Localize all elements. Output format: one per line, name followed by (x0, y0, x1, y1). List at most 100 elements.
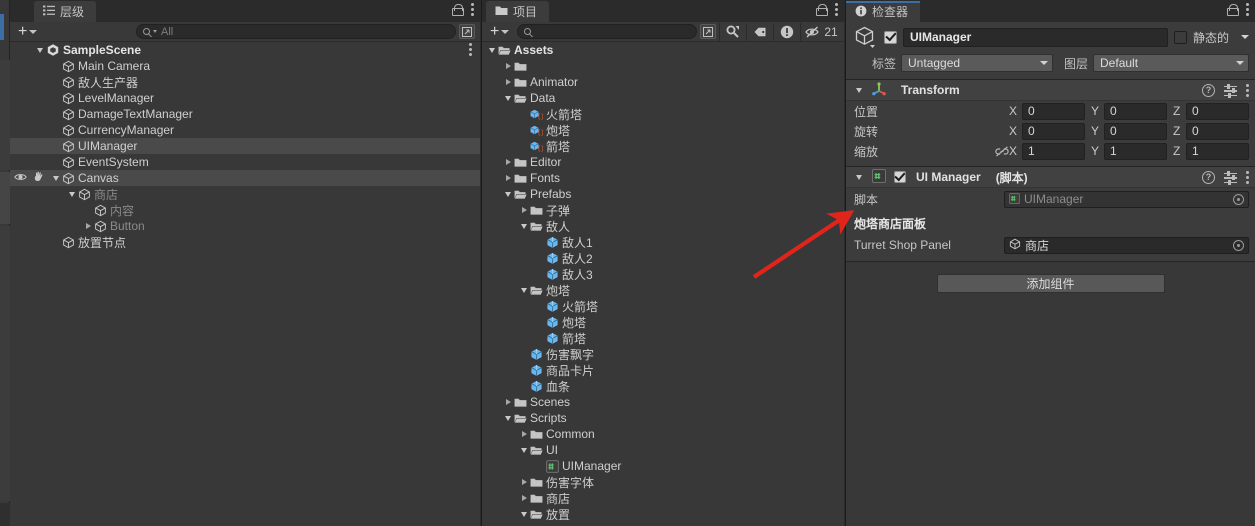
tree-row[interactable]: 炮塔 (482, 314, 844, 330)
panel-menu-icon[interactable] (471, 3, 474, 16)
warning-icon[interactable] (774, 22, 800, 41)
tree-row[interactable]: UI (482, 442, 844, 458)
tree-row[interactable]: 放置节点 (10, 234, 480, 250)
tree-row[interactable]: 敌人生产器 (10, 74, 480, 90)
number-input[interactable]: 0 (1104, 102, 1167, 120)
hierarchy-search-input[interactable]: All (136, 24, 456, 39)
tab-inspector[interactable]: 检查器 (846, 1, 921, 22)
tree-row[interactable]: LevelManager (10, 90, 480, 106)
object-picker-icon[interactable] (1233, 193, 1244, 205)
collapse-chevron-icon[interactable] (852, 87, 866, 93)
tree-row[interactable]: {} 箭塔 (482, 138, 844, 154)
tree-row[interactable]: 箭塔 (482, 330, 844, 346)
create-asset-button[interactable]: + (484, 23, 515, 40)
tree-row[interactable]: UIManager (10, 138, 480, 154)
tree-row[interactable]: Scenes (482, 394, 844, 410)
collapse-chevron-icon[interactable] (486, 47, 498, 53)
tree-row[interactable]: 血条 (482, 378, 844, 394)
tree-row[interactable]: Canvas (10, 170, 480, 186)
expand-chevron-icon[interactable] (518, 495, 530, 501)
tree-row[interactable]: 伤害字体 (482, 474, 844, 490)
project-tree[interactable]: Assets Animator Data {} 火箭塔 {} 炮塔 {} 箭塔 (482, 42, 844, 526)
help-icon[interactable]: ? (1202, 83, 1215, 97)
tab-hierarchy[interactable]: 层级 (34, 1, 97, 22)
scene-menu-icon[interactable] (469, 43, 472, 56)
tree-row[interactable]: 子弹 (482, 202, 844, 218)
preset-sliders-icon[interactable] (1224, 83, 1237, 98)
tree-row[interactable]: Editor (482, 154, 844, 170)
component-enabled-checkbox[interactable] (894, 171, 906, 183)
number-input[interactable]: 1 (1186, 142, 1249, 160)
tree-row[interactable]: Scripts (482, 410, 844, 426)
tree-row[interactable]: Button (10, 218, 480, 234)
tree-row[interactable]: {} 火箭塔 (482, 106, 844, 122)
tree-row[interactable]: UIManager (482, 458, 844, 474)
number-input[interactable]: 0 (1022, 122, 1085, 140)
number-input[interactable]: 0 (1186, 122, 1249, 140)
tree-row[interactable]: SampleScene (10, 42, 480, 58)
visibility-eye-icon[interactable] (14, 171, 27, 185)
tree-row[interactable]: {} 炮塔 (482, 122, 844, 138)
tree-row[interactable]: 商店 (10, 186, 480, 202)
hierarchy-tree[interactable]: SampleScene Main Camera 敌人生产器 LevelManag… (10, 42, 480, 526)
panel-menu-icon[interactable] (1246, 3, 1249, 16)
tree-row[interactable]: DamageTextManager (10, 106, 480, 122)
expand-chevron-icon[interactable] (502, 79, 514, 85)
tree-row[interactable]: 敌人3 (482, 266, 844, 282)
hidden-assets-indicator[interactable]: 21 (801, 22, 841, 41)
collapse-chevron-icon[interactable] (502, 95, 514, 101)
collapse-chevron-icon[interactable] (518, 511, 530, 517)
project-search-expand-button[interactable] (700, 24, 717, 39)
expand-chevron-icon[interactable] (502, 63, 514, 69)
tree-row[interactable]: 炮塔 (482, 282, 844, 298)
collapsed-left-panel-strip[interactable] (0, 0, 10, 526)
expand-chevron-icon[interactable] (502, 175, 514, 181)
collapse-chevron-icon[interactable] (852, 174, 866, 180)
layer-dropdown[interactable]: Default (1093, 54, 1249, 72)
tree-row[interactable]: Fonts (482, 170, 844, 186)
collapse-chevron-icon[interactable] (50, 175, 62, 181)
tree-row[interactable]: Data (482, 90, 844, 106)
tree-row[interactable]: CurrencyManager (10, 122, 480, 138)
number-input[interactable]: 1 (1022, 142, 1085, 160)
tree-row[interactable]: 商品卡片 (482, 362, 844, 378)
tree-row[interactable]: 内容 (10, 202, 480, 218)
collapse-chevron-icon[interactable] (34, 47, 46, 53)
tree-row[interactable]: Assets (482, 42, 844, 58)
object-name-field[interactable]: UIManager (903, 27, 1168, 47)
collapse-chevron-icon[interactable] (518, 447, 530, 453)
tree-row[interactable]: Main Camera (10, 58, 480, 74)
lock-icon[interactable] (452, 3, 464, 16)
panel-menu-icon[interactable] (835, 3, 838, 16)
save-search-icon[interactable] (720, 22, 746, 41)
tree-row[interactable]: 放置 (482, 506, 844, 522)
ui-manager-component-header[interactable]: UI Manager (脚本) ? (846, 167, 1255, 188)
object-active-checkbox[interactable] (884, 30, 897, 44)
expand-chevron-icon[interactable] (502, 159, 514, 165)
number-input[interactable]: 0 (1022, 102, 1085, 120)
collapse-chevron-icon[interactable] (502, 191, 514, 197)
tree-row[interactable]: 伤害飘字 (482, 346, 844, 362)
static-dropdown-chevron-icon[interactable] (1241, 35, 1249, 39)
tree-row[interactable]: EventSystem (10, 154, 480, 170)
preset-sliders-icon[interactable] (1224, 170, 1237, 185)
object-picker-icon[interactable] (1233, 239, 1244, 251)
number-input[interactable]: 0 (1186, 102, 1249, 120)
tab-project[interactable]: 项目 (486, 1, 550, 22)
expand-chevron-icon[interactable] (82, 223, 94, 229)
help-icon[interactable]: ? (1202, 170, 1215, 184)
expand-chevron-icon[interactable] (502, 399, 514, 405)
static-checkbox[interactable] (1173, 30, 1187, 44)
component-menu-icon[interactable] (1246, 83, 1249, 97)
tree-row[interactable]: Animator (482, 74, 844, 90)
collapse-chevron-icon[interactable] (518, 223, 530, 229)
add-component-button[interactable]: 添加组件 (936, 274, 1165, 293)
tag-dropdown[interactable]: Untagged (901, 54, 1053, 72)
tree-row[interactable]: 商店 (482, 490, 844, 506)
pickability-hand-icon[interactable] (33, 171, 46, 185)
tree-row[interactable]: 敌人 (482, 218, 844, 234)
collapse-chevron-icon[interactable] (502, 415, 514, 421)
tree-row[interactable]: 敌人1 (482, 234, 844, 250)
tree-row[interactable]: Common (482, 426, 844, 442)
lock-icon[interactable] (1227, 3, 1239, 16)
